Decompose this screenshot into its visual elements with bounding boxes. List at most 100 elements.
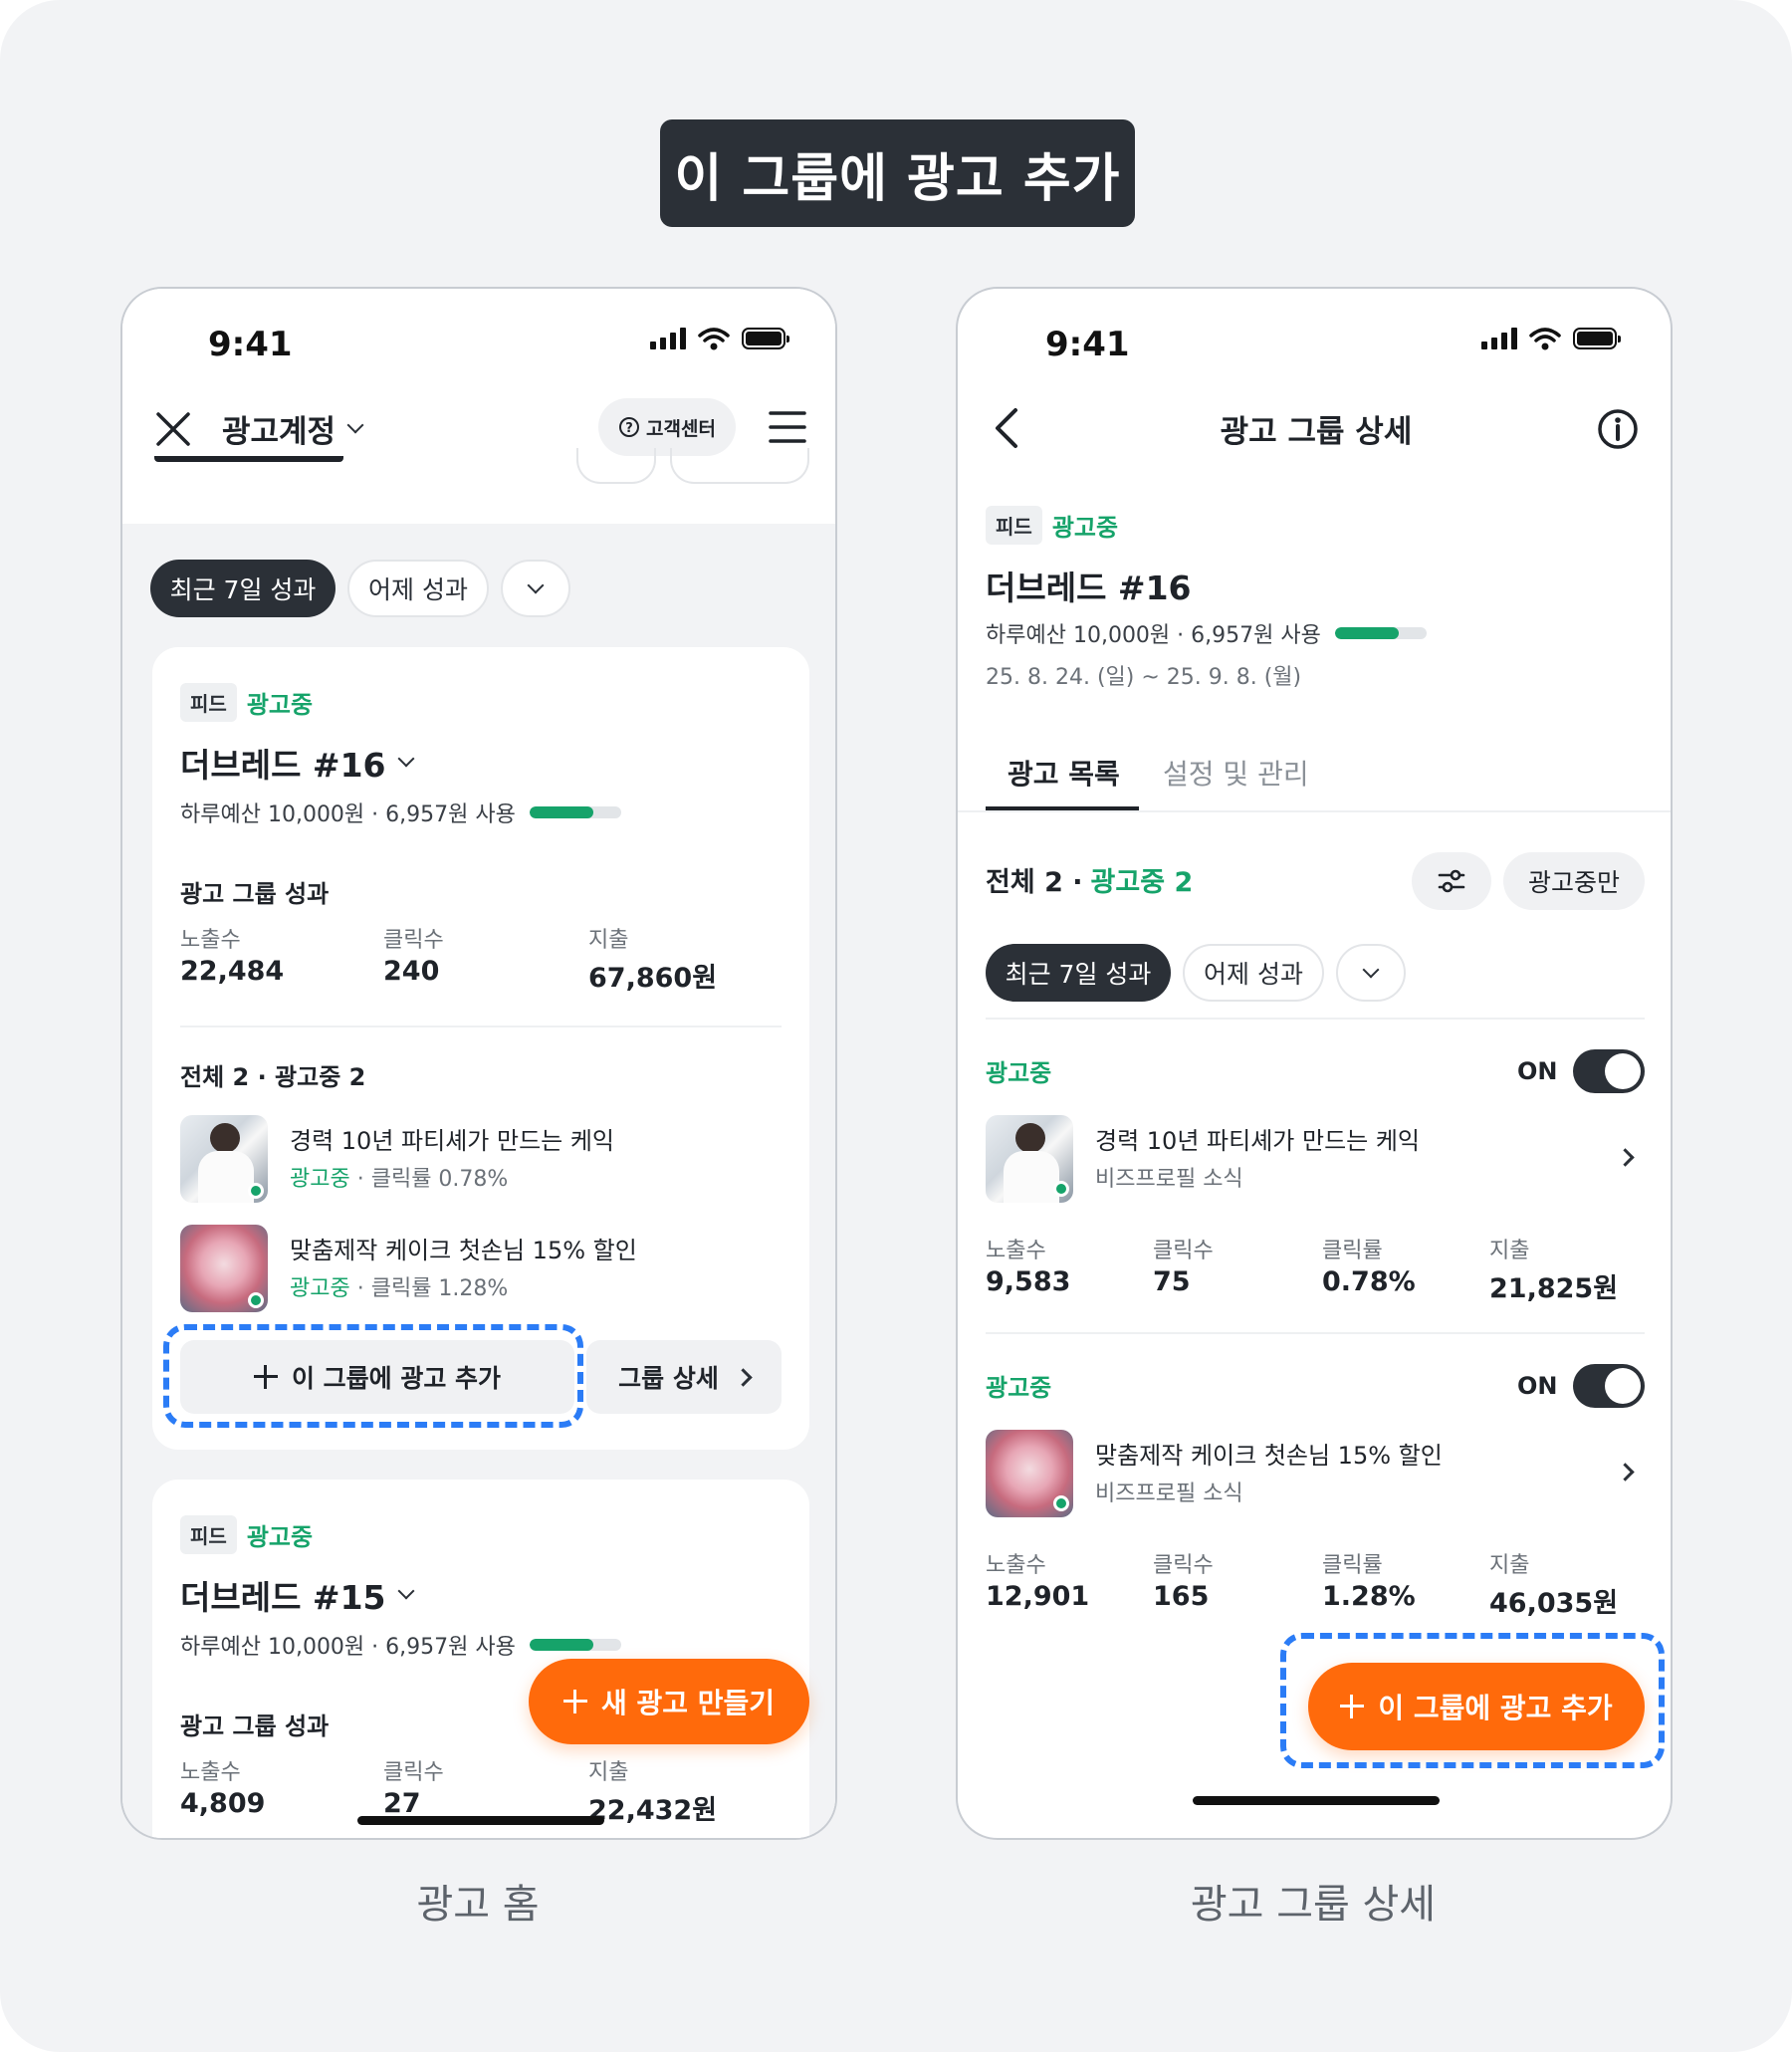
account-selector[interactable]: 광고계정 — [222, 406, 364, 451]
new-ad-fab[interactable]: 새 광고 만들기 — [529, 1659, 809, 1744]
stat-label: 클릭수 — [383, 1760, 444, 1785]
group-tags: 피드 광고중 — [986, 506, 1118, 545]
filter-settings-button[interactable] — [1412, 852, 1491, 910]
ad-toggle[interactable] — [1573, 1364, 1645, 1408]
content-area: 최근 7일 성과 어제 성과 피드 광고중 더브레드 #16 하루예산 10,0… — [122, 524, 835, 1838]
filter-more-button[interactable] — [501, 560, 570, 617]
new-ad-label: 새 광고 만들기 — [600, 1687, 776, 1719]
perf-title: 광고 그룹 성과 — [180, 1712, 330, 1740]
group-name-text: 더브레드 #16 — [180, 746, 386, 785]
chevron-right-icon[interactable] — [1616, 1148, 1635, 1167]
help-center-label: 고객센터 — [646, 417, 716, 440]
status-label: 광고중 — [246, 691, 314, 719]
budget-row: 하루예산 10,000원 · 6,957원 사용 — [986, 617, 1427, 649]
period-text: 25. 8. 24. (일) ~ 25. 9. 8. (월) — [986, 665, 1302, 690]
ad-name[interactable]: 맞춤제작 케이크 첫손님 15% 할인 — [1095, 1436, 1443, 1471]
tab-settings[interactable]: 설정 및 관리 — [1163, 753, 1309, 793]
info-icon[interactable] — [1597, 408, 1639, 450]
hidden-filter-button[interactable] — [576, 448, 656, 484]
highlight-box — [1280, 1633, 1665, 1768]
ad-ctr: · 클릭률 0.78% — [356, 1167, 509, 1192]
ad-status: 광고중 — [986, 1059, 1052, 1087]
stat-label: 노출수 — [180, 1760, 241, 1785]
stat-value: 165 — [1153, 1581, 1210, 1612]
divider — [986, 1332, 1645, 1334]
battery-icon — [1573, 328, 1621, 349]
phone-ad-group-detail: 9:41 광고 그룹 상세 피드 광고중 더브레드 #16 하루예산 10,00… — [956, 287, 1673, 1840]
stat-label: 지출 — [588, 1760, 629, 1785]
divider — [180, 1026, 782, 1027]
home-indicator — [1193, 1796, 1440, 1805]
chevron-right-icon — [734, 1367, 753, 1387]
ad-subtitle: 비즈프로필 소식 — [1095, 1167, 1243, 1192]
ad-meta: 광고중 · 클릭률 1.28% — [290, 1270, 508, 1302]
stat-label: 클릭률 — [1322, 1553, 1383, 1578]
stat-label: 지출 — [588, 928, 629, 953]
filter-more-button[interactable] — [1336, 944, 1406, 1002]
budget-progress-bar — [529, 806, 621, 818]
stat-label: 노출수 — [986, 1239, 1046, 1263]
divider — [986, 1018, 1645, 1020]
chevron-down-icon — [527, 576, 545, 593]
svg-text:?: ? — [625, 421, 633, 436]
perf-title: 광고 그룹 성과 — [180, 880, 330, 908]
ad-status: 광고중 — [290, 1276, 350, 1301]
budget-text: 하루예산 10,000원 · 6,957원 사용 — [180, 1635, 516, 1660]
group-name[interactable]: 더브레드 #15 — [180, 1571, 415, 1619]
stat-value: 9,583 — [986, 1266, 1071, 1297]
question-icon: ? — [619, 417, 640, 437]
group-detail-button[interactable]: 그룹 상세 — [586, 1340, 782, 1414]
chevron-down-icon — [1362, 961, 1380, 978]
group-name-text: 더브레드 #15 — [180, 1578, 386, 1617]
filter-active-only[interactable]: 광고중만 — [1503, 852, 1645, 910]
chevron-down-icon — [397, 750, 415, 768]
tab-ad-list[interactable]: 광고 목록 — [1008, 753, 1120, 793]
stat-value: 22,484 — [180, 956, 285, 987]
stat-label: 클릭률 — [1322, 1239, 1383, 1263]
toggle-label: ON — [1517, 1372, 1558, 1400]
menu-icon[interactable] — [768, 408, 807, 446]
stat-label: 노출수 — [180, 928, 241, 953]
chevron-down-icon — [397, 1582, 415, 1600]
group-name[interactable]: 더브레드 #16 — [180, 739, 415, 787]
group-detail-label: 그룹 상세 — [618, 1364, 719, 1393]
ad-meta: 광고중 · 클릭률 0.78% — [290, 1161, 508, 1193]
budget-text: 하루예산 10,000원 · 6,957원 사용 — [986, 623, 1321, 648]
stat-value: 21,825원 — [1489, 1273, 1619, 1304]
header-area: 9:41 광고계정 ? 고객센터 — [122, 289, 835, 524]
hidden-active-filter[interactable] — [670, 448, 809, 484]
stat-value: 240 — [383, 956, 440, 987]
chevron-right-icon[interactable] — [1616, 1463, 1635, 1482]
sliders-icon — [1438, 869, 1465, 893]
close-icon[interactable] — [154, 410, 192, 448]
stat-label: 노출수 — [986, 1553, 1046, 1578]
stat-value: 4,809 — [180, 1788, 266, 1819]
filter-yesterday[interactable]: 어제 성과 — [347, 560, 489, 617]
stat-label: 지출 — [1489, 1553, 1530, 1578]
filter-recent-7days[interactable]: 최근 7일 성과 — [150, 560, 336, 617]
filter-yesterday[interactable]: 어제 성과 — [1183, 944, 1324, 1002]
ad-name[interactable]: 맞춤제작 케이크 첫손님 15% 할인 — [290, 1231, 637, 1265]
stat-value: 12,901 — [986, 1581, 1090, 1612]
budget-progress-bar — [529, 1639, 621, 1651]
ad-subtitle: 비즈프로필 소식 — [1095, 1482, 1243, 1506]
active-dot — [1053, 1495, 1069, 1511]
stat-label: 클릭수 — [1153, 1553, 1214, 1578]
wifi-icon — [1529, 328, 1561, 350]
budget-progress-bar — [1334, 627, 1427, 639]
highlight-box — [163, 1324, 583, 1428]
account-label: 광고계정 — [222, 414, 336, 450]
status-label: 광고중 — [1051, 514, 1119, 542]
ad-status: 광고중 — [986, 1374, 1052, 1402]
budget-row: 하루예산 10,000원 · 6,957원 사용 — [180, 797, 621, 828]
ad-toggle[interactable] — [1573, 1049, 1645, 1093]
ad-name[interactable]: 경력 10년 파티셰가 만드는 케익 — [290, 1121, 614, 1156]
stat-label: 클릭수 — [1153, 1239, 1214, 1263]
type-badge: 피드 — [986, 506, 1042, 545]
active-dot — [248, 1183, 264, 1199]
filter-recent-7days[interactable]: 최근 7일 성과 — [986, 944, 1171, 1002]
status-time: 9:41 — [208, 325, 293, 364]
page-title: 이 그룹에 광고 추가 — [660, 119, 1135, 227]
ad-count-summary: 전체 2 · 광고중 2 — [180, 1063, 366, 1091]
ad-name[interactable]: 경력 10년 파티셰가 만드는 케익 — [1095, 1121, 1420, 1156]
